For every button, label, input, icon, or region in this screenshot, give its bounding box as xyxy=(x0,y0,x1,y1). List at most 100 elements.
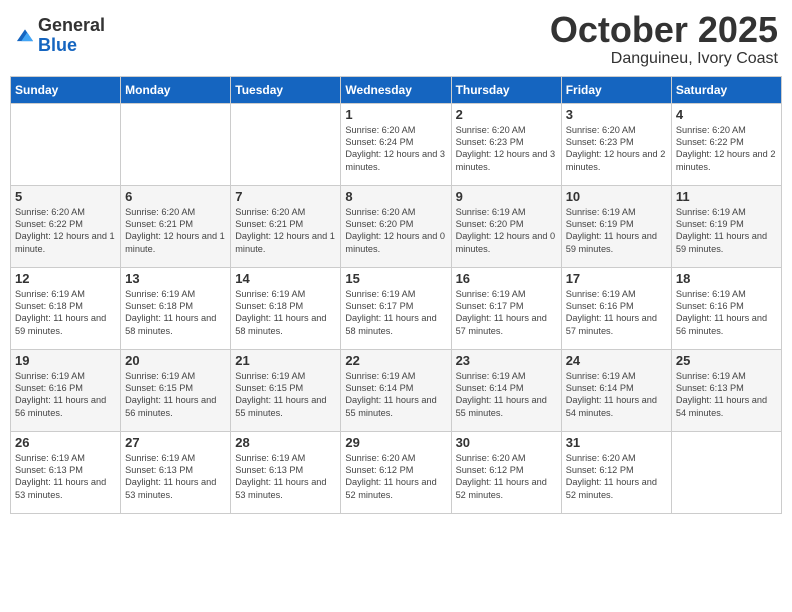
location-subtitle: Danguineu, Ivory Coast xyxy=(550,50,778,68)
cell-details: Sunrise: 6:19 AM Sunset: 6:14 PM Dayligh… xyxy=(566,370,667,420)
day-number: 10 xyxy=(566,189,667,204)
cell-details: Sunrise: 6:20 AM Sunset: 6:21 PM Dayligh… xyxy=(125,206,226,256)
cell-details: Sunrise: 6:19 AM Sunset: 6:14 PM Dayligh… xyxy=(456,370,557,420)
calendar-cell: 20 Sunrise: 6:19 AM Sunset: 6:15 PM Dayli… xyxy=(121,349,231,431)
header-saturday: Saturday xyxy=(671,76,781,103)
day-number: 2 xyxy=(456,107,557,122)
calendar-cell: 13 Sunrise: 6:19 AM Sunset: 6:18 PM Dayli… xyxy=(121,267,231,349)
calendar-cell: 31 Sunrise: 6:20 AM Sunset: 6:12 PM Dayli… xyxy=(561,431,671,513)
calendar-cell: 23 Sunrise: 6:19 AM Sunset: 6:14 PM Dayli… xyxy=(451,349,561,431)
logo-blue: Blue xyxy=(38,36,105,56)
calendar-cell: 24Sunrise: 6:19 AM Sunset: 6:14 PM Dayli… xyxy=(561,349,671,431)
cell-details: Sunrise: 6:20 AM Sunset: 6:22 PM Dayligh… xyxy=(676,124,777,174)
cell-details: Sunrise: 6:19 AM Sunset: 6:18 PM Dayligh… xyxy=(235,288,336,338)
calendar-cell: 10 Sunrise: 6:19 AM Sunset: 6:19 PM Dayli… xyxy=(561,185,671,267)
day-number: 25 xyxy=(676,353,777,368)
calendar-cell xyxy=(671,431,781,513)
cell-details: Sunrise: 6:19 AM Sunset: 6:15 PM Dayligh… xyxy=(235,370,336,420)
calendar-cell: 26Sunrise: 6:19 AM Sunset: 6:13 PM Dayli… xyxy=(11,431,121,513)
calendar-cell: 8 Sunrise: 6:20 AM Sunset: 6:20 PM Daylig… xyxy=(341,185,451,267)
day-number: 12 xyxy=(15,271,116,286)
day-number: 27 xyxy=(125,435,226,450)
day-number: 16 xyxy=(456,271,557,286)
day-number: 22 xyxy=(345,353,446,368)
calendar-week-1: 1 Sunrise: 6:20 AM Sunset: 6:24 PM Daylig… xyxy=(11,103,782,185)
title-block: October 2025 Danguineu, Ivory Coast xyxy=(550,10,778,68)
day-number: 18 xyxy=(676,271,777,286)
calendar-cell: 29 Sunrise: 6:20 AM Sunset: 6:12 PM Dayli… xyxy=(341,431,451,513)
calendar-week-2: 5 Sunrise: 6:20 AM Sunset: 6:22 PM Daylig… xyxy=(11,185,782,267)
cell-details: Sunrise: 6:20 AM Sunset: 6:12 PM Dayligh… xyxy=(345,452,446,502)
day-number: 7 xyxy=(235,189,336,204)
calendar-cell: 30Sunrise: 6:20 AM Sunset: 6:12 PM Dayli… xyxy=(451,431,561,513)
day-number: 3 xyxy=(566,107,667,122)
calendar-cell: 7 Sunrise: 6:20 AM Sunset: 6:21 PM Daylig… xyxy=(231,185,341,267)
cell-details: Sunrise: 6:19 AM Sunset: 6:19 PM Dayligh… xyxy=(676,206,777,256)
cell-details: Sunrise: 6:19 AM Sunset: 6:16 PM Dayligh… xyxy=(15,370,116,420)
day-number: 13 xyxy=(125,271,226,286)
header-sunday: Sunday xyxy=(11,76,121,103)
day-number: 1 xyxy=(345,107,446,122)
cell-details: Sunrise: 6:19 AM Sunset: 6:13 PM Dayligh… xyxy=(235,452,336,502)
logo-icon xyxy=(14,25,36,47)
page-header: General Blue October 2025 Danguineu, Ivo… xyxy=(10,10,782,68)
calendar-cell: 4 Sunrise: 6:20 AM Sunset: 6:22 PM Daylig… xyxy=(671,103,781,185)
cell-details: Sunrise: 6:20 AM Sunset: 6:22 PM Dayligh… xyxy=(15,206,116,256)
cell-details: Sunrise: 6:20 AM Sunset: 6:21 PM Dayligh… xyxy=(235,206,336,256)
calendar-cell: 1 Sunrise: 6:20 AM Sunset: 6:24 PM Daylig… xyxy=(341,103,451,185)
calendar-cell: 11 Sunrise: 6:19 AM Sunset: 6:19 PM Dayli… xyxy=(671,185,781,267)
cell-details: Sunrise: 6:20 AM Sunset: 6:23 PM Dayligh… xyxy=(456,124,557,174)
cell-details: Sunrise: 6:19 AM Sunset: 6:19 PM Dayligh… xyxy=(566,206,667,256)
cell-details: Sunrise: 6:19 AM Sunset: 6:18 PM Dayligh… xyxy=(125,288,226,338)
day-number: 31 xyxy=(566,435,667,450)
day-number: 4 xyxy=(676,107,777,122)
cell-details: Sunrise: 6:19 AM Sunset: 6:14 PM Dayligh… xyxy=(345,370,446,420)
day-number: 30 xyxy=(456,435,557,450)
day-number: 29 xyxy=(345,435,446,450)
calendar-cell: 14Sunrise: 6:19 AM Sunset: 6:18 PM Dayli… xyxy=(231,267,341,349)
cell-details: Sunrise: 6:19 AM Sunset: 6:20 PM Dayligh… xyxy=(456,206,557,256)
cell-details: Sunrise: 6:20 AM Sunset: 6:24 PM Dayligh… xyxy=(345,124,446,174)
day-number: 6 xyxy=(125,189,226,204)
calendar-cell: 15 Sunrise: 6:19 AM Sunset: 6:17 PM Dayli… xyxy=(341,267,451,349)
month-title: October 2025 xyxy=(550,10,778,50)
calendar-cell: 25 Sunrise: 6:19 AM Sunset: 6:13 PM Dayli… xyxy=(671,349,781,431)
calendar-cell: 3Sunrise: 6:20 AM Sunset: 6:23 PM Daylig… xyxy=(561,103,671,185)
calendar-cell: 12 Sunrise: 6:19 AM Sunset: 6:18 PM Dayli… xyxy=(11,267,121,349)
calendar-cell xyxy=(121,103,231,185)
cell-details: Sunrise: 6:19 AM Sunset: 6:17 PM Dayligh… xyxy=(345,288,446,338)
cell-details: Sunrise: 6:19 AM Sunset: 6:17 PM Dayligh… xyxy=(456,288,557,338)
calendar-week-4: 19 Sunrise: 6:19 AM Sunset: 6:16 PM Dayli… xyxy=(11,349,782,431)
logo-text: General Blue xyxy=(38,16,105,56)
day-number: 15 xyxy=(345,271,446,286)
logo-general: General xyxy=(38,16,105,36)
cell-details: Sunrise: 6:20 AM Sunset: 6:20 PM Dayligh… xyxy=(345,206,446,256)
cell-details: Sunrise: 6:19 AM Sunset: 6:13 PM Dayligh… xyxy=(125,452,226,502)
day-number: 5 xyxy=(15,189,116,204)
calendar-cell: 27 Sunrise: 6:19 AM Sunset: 6:13 PM Dayli… xyxy=(121,431,231,513)
cell-details: Sunrise: 6:19 AM Sunset: 6:13 PM Dayligh… xyxy=(15,452,116,502)
header-wednesday: Wednesday xyxy=(341,76,451,103)
day-number: 20 xyxy=(125,353,226,368)
cell-details: Sunrise: 6:19 AM Sunset: 6:15 PM Dayligh… xyxy=(125,370,226,420)
calendar-cell: 6 Sunrise: 6:20 AM Sunset: 6:21 PM Daylig… xyxy=(121,185,231,267)
calendar-cell xyxy=(231,103,341,185)
calendar-cell: 28Sunrise: 6:19 AM Sunset: 6:13 PM Dayli… xyxy=(231,431,341,513)
calendar-table: SundayMondayTuesdayWednesdayThursdayFrid… xyxy=(10,76,782,514)
cell-details: Sunrise: 6:19 AM Sunset: 6:13 PM Dayligh… xyxy=(676,370,777,420)
day-number: 17 xyxy=(566,271,667,286)
calendar-cell: 19 Sunrise: 6:19 AM Sunset: 6:16 PM Dayli… xyxy=(11,349,121,431)
day-number: 23 xyxy=(456,353,557,368)
cell-details: Sunrise: 6:19 AM Sunset: 6:18 PM Dayligh… xyxy=(15,288,116,338)
calendar-week-5: 26Sunrise: 6:19 AM Sunset: 6:13 PM Dayli… xyxy=(11,431,782,513)
calendar-cell: 5 Sunrise: 6:20 AM Sunset: 6:22 PM Daylig… xyxy=(11,185,121,267)
calendar-cell: 9 Sunrise: 6:19 AM Sunset: 6:20 PM Daylig… xyxy=(451,185,561,267)
day-number: 8 xyxy=(345,189,446,204)
header-tuesday: Tuesday xyxy=(231,76,341,103)
header-monday: Monday xyxy=(121,76,231,103)
day-number: 19 xyxy=(15,353,116,368)
cell-details: Sunrise: 6:20 AM Sunset: 6:12 PM Dayligh… xyxy=(566,452,667,502)
day-number: 11 xyxy=(676,189,777,204)
day-number: 9 xyxy=(456,189,557,204)
calendar-cell: 21Sunrise: 6:19 AM Sunset: 6:15 PM Dayli… xyxy=(231,349,341,431)
